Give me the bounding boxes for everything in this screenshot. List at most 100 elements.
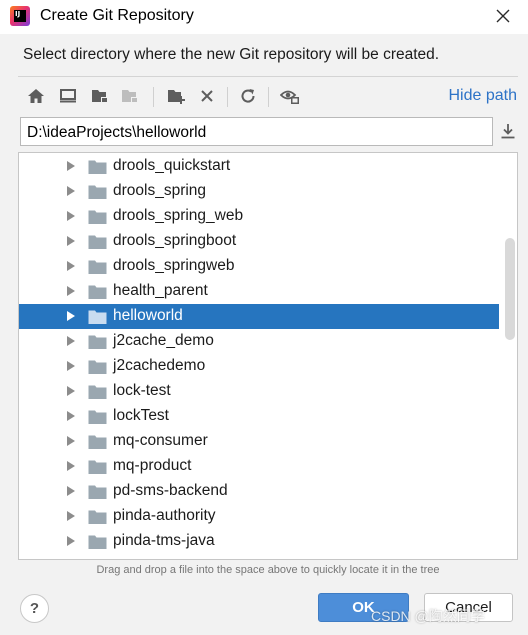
- tree-item-label: drools_spring: [113, 182, 207, 199]
- download-icon: [501, 124, 515, 139]
- tree-item[interactable]: mq-product: [19, 454, 499, 479]
- tree-item-label: pinda-tms-java: [113, 532, 215, 549]
- folder-icon: [88, 409, 107, 425]
- delete-icon: [201, 90, 213, 102]
- expand-arrow-icon[interactable]: [67, 361, 75, 371]
- folder-icon: [88, 184, 107, 200]
- new-folder-button[interactable]: [164, 84, 188, 108]
- tree-item-label: mq-product: [113, 457, 192, 474]
- tree-item[interactable]: drools_spring_web: [19, 204, 499, 229]
- scrollbar-thumb[interactable]: [505, 238, 515, 340]
- path-input[interactable]: [20, 117, 493, 146]
- expand-arrow-icon[interactable]: [67, 436, 75, 446]
- folder-icon: [88, 534, 107, 550]
- expand-arrow-icon[interactable]: [67, 211, 75, 221]
- toolbar-separator: [268, 87, 269, 107]
- tree-item[interactable]: drools_spring: [19, 179, 499, 204]
- tree-item[interactable]: drools_quickstart: [19, 154, 499, 179]
- tree-item-label: pd-sms-backend: [113, 482, 228, 499]
- toolbar-separator: [227, 87, 228, 107]
- title-bar: IJ Create Git Repository: [0, 0, 528, 34]
- tree-item[interactable]: lock-test: [19, 379, 499, 404]
- refresh-button[interactable]: [236, 84, 260, 108]
- expand-arrow-icon[interactable]: [67, 386, 75, 396]
- expand-arrow-icon[interactable]: [67, 536, 75, 546]
- new-folder-icon: [168, 90, 185, 104]
- toolbar-separator: [153, 87, 154, 107]
- tree-item[interactable]: drools_springweb: [19, 254, 499, 279]
- watermark: CSDN @陶然同学: [371, 608, 485, 624]
- tree-item[interactable]: j2cachedemo: [19, 354, 499, 379]
- tree-item-label: drools_springweb: [113, 257, 235, 274]
- intellij-idea-icon: IJ: [10, 6, 30, 26]
- folder-icon: [88, 334, 107, 350]
- show-hidden-files-icon: [280, 90, 299, 104]
- close-button[interactable]: [492, 5, 514, 27]
- tree-item-label: j2cache_demo: [113, 332, 214, 349]
- folder-icon: [88, 459, 107, 475]
- folder-icon: [88, 384, 107, 400]
- window-title: Create Git Repository: [40, 7, 194, 24]
- folder-icon: [88, 484, 107, 500]
- expand-arrow-icon[interactable]: [67, 486, 75, 496]
- close-icon: [496, 9, 510, 23]
- tree-item[interactable]: pd-sms-backend: [19, 479, 499, 504]
- expand-arrow-icon[interactable]: [67, 261, 75, 271]
- home-button[interactable]: [24, 84, 48, 108]
- tree-item[interactable]: pinda-tms-java: [19, 529, 499, 554]
- tree-item[interactable]: lockTest: [19, 404, 499, 429]
- module-folder-icon: [122, 90, 138, 103]
- path-history-button[interactable]: [496, 119, 520, 143]
- expand-arrow-icon[interactable]: [67, 286, 75, 296]
- tree-item-label: j2cachedemo: [113, 357, 206, 374]
- tree-item-label: lockTest: [113, 407, 169, 424]
- desktop-icon: [60, 89, 76, 103]
- folder-icon: [88, 509, 107, 525]
- tree-item-label: health_parent: [113, 282, 208, 299]
- scrollbar-track[interactable]: [502, 153, 517, 559]
- module-button[interactable]: [118, 84, 142, 108]
- tree-item-label: drools_quickstart: [113, 157, 231, 174]
- tree-item[interactable]: mq-consumer: [19, 429, 499, 454]
- drag-drop-hint: Drag and drop a file into the space abov…: [96, 564, 440, 576]
- tree-item[interactable]: drools_springboot: [19, 229, 499, 254]
- tree-item-label: helloworld: [113, 307, 183, 324]
- expand-arrow-icon[interactable]: [67, 311, 75, 321]
- directory-tree[interactable]: pinda-tms-java pinda-authority pd-sms-back…: [18, 152, 518, 560]
- expand-arrow-icon[interactable]: [67, 186, 75, 196]
- delete-button[interactable]: [195, 84, 219, 108]
- tree-item-label: pinda-authority: [113, 507, 216, 524]
- tree-item[interactable]: pinda-authority: [19, 504, 499, 529]
- tree-item[interactable]: helloworld: [19, 304, 499, 329]
- folder-icon: [88, 234, 107, 250]
- divider: [18, 76, 518, 77]
- desktop-button[interactable]: [56, 84, 80, 108]
- tree-item-label: lock-test: [113, 382, 171, 399]
- tree-item[interactable]: health_parent: [19, 279, 499, 304]
- refresh-icon: [241, 89, 255, 103]
- expand-arrow-icon[interactable]: [67, 161, 75, 171]
- show-hidden-button[interactable]: [278, 84, 302, 108]
- dialog-prompt: Select directory where the new Git repos…: [23, 46, 440, 63]
- folder-icon: [88, 159, 107, 175]
- folder-icon: [88, 284, 107, 300]
- home-directory-icon: [28, 89, 44, 103]
- tree-item-label: mq-consumer: [113, 432, 208, 449]
- hide-path-link[interactable]: Hide path: [449, 87, 518, 105]
- folder-icon: [88, 259, 107, 275]
- expand-arrow-icon[interactable]: [67, 511, 75, 521]
- tree-item-label: drools_springboot: [113, 232, 237, 249]
- help-button[interactable]: ?: [20, 594, 49, 623]
- folder-icon: [88, 309, 107, 325]
- project-button[interactable]: [88, 84, 112, 108]
- expand-arrow-icon[interactable]: [67, 461, 75, 471]
- project-folder-icon: [92, 90, 108, 103]
- expand-arrow-icon[interactable]: [67, 411, 75, 421]
- folder-icon: [88, 359, 107, 375]
- tree-item-label: drools_spring_web: [113, 207, 244, 224]
- folder-icon: [88, 434, 107, 450]
- expand-arrow-icon[interactable]: [67, 336, 75, 346]
- tree-item[interactable]: j2cache_demo: [19, 329, 499, 354]
- folder-icon: [88, 209, 107, 225]
- expand-arrow-icon[interactable]: [67, 236, 75, 246]
